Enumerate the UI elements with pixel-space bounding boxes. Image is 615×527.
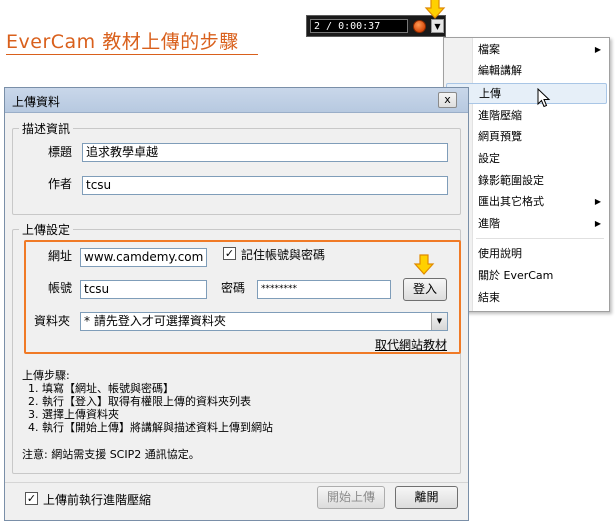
compress-label: 上傳前執行進階壓縮 [43, 493, 152, 507]
password-label: 密碼 [221, 281, 246, 295]
document-title: EverCam 教材上傳的步驟 [6, 31, 239, 53]
step-item: 4. 執行【開始上傳】將講解與描述資料上傳到網站 [28, 421, 273, 434]
dialog-title: 上傳資料 [12, 95, 61, 109]
recorder-menu-button[interactable]: ▼ [431, 19, 444, 33]
submenu-arrow-icon: ▶ [594, 45, 601, 54]
compress-checkbox[interactable]: ✓ [25, 492, 38, 505]
chevron-down-icon: ▼ [431, 313, 447, 330]
folder-select-value: * 請先登入才可選擇資料夾 [84, 314, 226, 328]
upload-settings-group-label: 上傳設定 [19, 221, 74, 238]
pointer-arrow-icon [413, 254, 435, 275]
menu-item-file[interactable]: 檔案 ▶ [444, 39, 609, 60]
author-label: 作者 [48, 177, 73, 191]
folder-select[interactable]: * 請先登入才可選擇資料夾 ▼ [80, 312, 448, 331]
title-label: 標題 [48, 145, 73, 159]
url-label: 網址 [48, 249, 73, 263]
menu-item-upload[interactable]: 上傳 [446, 83, 607, 104]
password-input[interactable]: ******** [257, 280, 391, 299]
description-group: 描述資訊 [12, 120, 461, 215]
title-underline [6, 54, 258, 55]
title-input[interactable]: 追求教學卓越 [82, 143, 448, 162]
pointer-arrow-icon [424, 0, 446, 19]
submenu-arrow-icon: ▶ [594, 197, 601, 206]
account-label: 帳號 [48, 281, 73, 295]
submenu-arrow-icon: ▶ [594, 219, 601, 228]
dialog-titlebar[interactable]: 上傳資料 x [5, 88, 468, 113]
record-button[interactable] [413, 20, 426, 33]
menu-separator [476, 238, 604, 239]
login-button[interactable]: 登入 [403, 278, 447, 301]
replace-material-link[interactable]: 取代網站教材 [375, 336, 447, 353]
recorder-time-display: 2 / 0:00:37 [310, 19, 408, 33]
upload-dialog: 上傳資料 x 描述資訊 標題 追求教學卓越 作者 tcsu 上傳設定 網址 ww… [4, 87, 469, 521]
author-input[interactable]: tcsu [82, 176, 448, 195]
remember-label: 記住帳號與密碼 [241, 248, 326, 262]
folder-label: 資料夾 [34, 314, 71, 328]
dialog-close-button[interactable]: x [438, 92, 457, 108]
menu-item-edit-lecture[interactable]: 編輯講解 [444, 60, 609, 81]
close-button[interactable]: 離開 [395, 486, 458, 509]
description-group-label: 描述資訊 [19, 120, 74, 137]
account-input[interactable]: tcsu [80, 280, 207, 299]
url-input[interactable]: www.camdemy.com [80, 248, 207, 267]
mouse-cursor-icon [537, 88, 551, 108]
remember-checkbox[interactable]: ✓ [223, 247, 236, 260]
footer-separator [5, 482, 468, 483]
protocol-note: 注意: 網站需支援 SCIP2 通訊協定。 [22, 448, 200, 461]
start-upload-button[interactable]: 開始上傳 [317, 486, 385, 509]
